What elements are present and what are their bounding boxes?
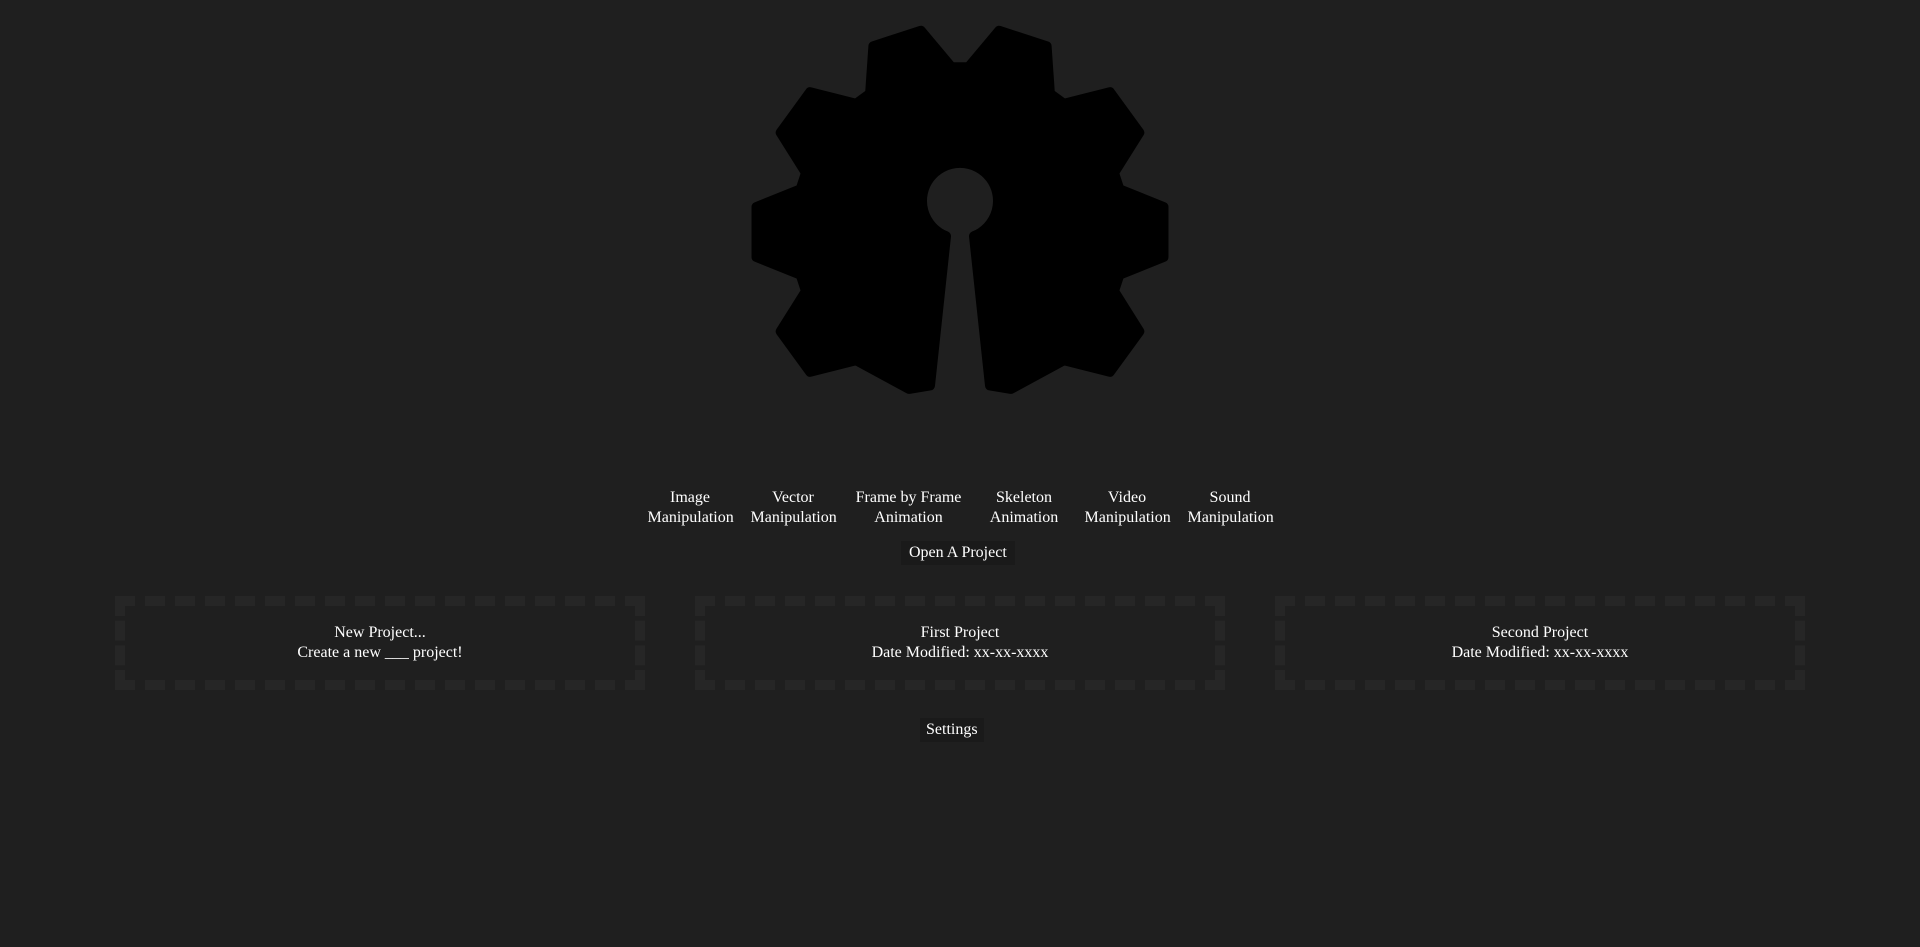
category-video-manipulation[interactable]: Video Manipulation — [1076, 488, 1179, 528]
category-label-line1: Image — [670, 489, 710, 506]
recent-project-card-first[interactable]: First Project Date Modified: xx-xx-xxxx — [695, 596, 1225, 690]
new-project-card[interactable]: New Project... Create a new ___ project! — [115, 596, 645, 690]
category-frame-by-frame-animation[interactable]: Frame by Frame Animation — [845, 488, 973, 528]
category-label-line1: Vector — [772, 489, 814, 506]
project-title: New Project... — [334, 624, 426, 641]
category-label-line2: Animation — [874, 509, 943, 526]
settings-button[interactable]: Settings — [920, 718, 984, 742]
project-subtitle: Create a new ___ project! — [297, 644, 463, 661]
category-vector-manipulation[interactable]: Vector Manipulation — [742, 488, 845, 528]
category-label-line2: Animation — [989, 509, 1059, 526]
category-label-line1: Sound — [1209, 489, 1251, 506]
start-screen: Image Manipulation Vector Manipulation F… — [0, 0, 1920, 947]
project-date-modified: Date Modified: xx-xx-xxxx — [1451, 644, 1629, 661]
open-project-button[interactable]: Open A Project — [901, 541, 1015, 565]
category-label-line1: Skeleton — [996, 489, 1052, 506]
category-image-manipulation[interactable]: Image Manipulation — [639, 488, 742, 528]
category-label-line2: Manipulation — [1187, 509, 1274, 526]
project-title: First Project — [920, 624, 1000, 641]
category-sound-manipulation[interactable]: Sound Manipulation — [1179, 488, 1282, 528]
recent-project-card-second[interactable]: Second Project Date Modified: xx-xx-xxxx — [1275, 596, 1805, 690]
category-label-line1: Frame by Frame — [855, 489, 962, 506]
category-skeleton-animation[interactable]: Skeleton Animation — [973, 488, 1076, 528]
category-list: Image Manipulation Vector Manipulation F… — [0, 488, 1920, 528]
category-label-line2: Manipulation — [647, 509, 734, 526]
project-date-modified: Date Modified: xx-xx-xxxx — [871, 644, 1049, 661]
category-label-line2: Manipulation — [1084, 509, 1171, 526]
category-label-line2: Manipulation — [750, 509, 837, 526]
project-title: Second Project — [1491, 624, 1589, 641]
category-label-line1: Video — [1107, 489, 1147, 506]
gear-logo-icon — [740, 20, 1180, 444]
